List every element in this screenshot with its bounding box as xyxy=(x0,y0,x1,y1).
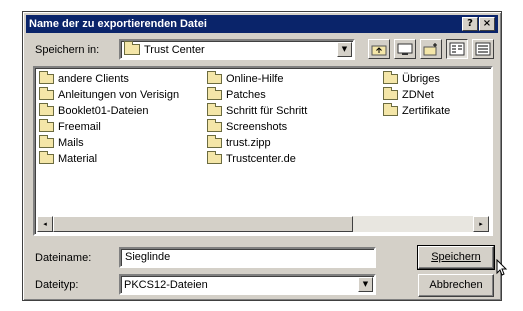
save-in-value: Trust Center xyxy=(144,43,205,56)
mouse-cursor-icon xyxy=(496,259,508,276)
folder-icon xyxy=(383,71,398,84)
folder-icon xyxy=(207,103,222,116)
list-item[interactable]: Freemail xyxy=(39,119,101,134)
list-item[interactable]: Patches xyxy=(207,87,266,102)
filetype-label: Dateityp: xyxy=(35,279,79,291)
chevron-down-icon[interactable]: ▼ xyxy=(337,42,352,57)
filename-input[interactable]: Sieglinde xyxy=(119,247,376,268)
filetype-dropdown[interactable]: PKCS12-Dateien ▼ xyxy=(119,274,376,295)
list-item[interactable]: Booklet01-Dateien xyxy=(39,103,149,118)
list-view-icon xyxy=(449,42,465,56)
desktop-icon xyxy=(397,43,413,55)
folder-icon xyxy=(383,103,398,116)
filename-label: Dateiname: xyxy=(35,252,92,264)
chevron-down-icon[interactable]: ▼ xyxy=(358,277,373,292)
help-button[interactable]: ? xyxy=(462,17,478,31)
up-folder-button[interactable] xyxy=(368,39,390,59)
list-item[interactable]: Schritt für Schritt xyxy=(207,103,307,118)
save-button[interactable]: Speichern xyxy=(417,245,495,270)
folder-icon xyxy=(207,135,222,148)
save-dialog: Name der zu exportierenden Datei ? × Spe… xyxy=(22,11,502,301)
horizontal-scrollbar[interactable]: ◂ ▸ xyxy=(37,216,489,232)
folder-icon xyxy=(124,41,140,55)
new-folder-icon xyxy=(423,43,437,56)
cancel-button[interactable]: Abbrechen xyxy=(418,274,494,297)
save-in-label: Speichern in: xyxy=(35,44,100,56)
scroll-left-icon[interactable]: ◂ xyxy=(37,216,53,232)
list-item[interactable]: Screenshots xyxy=(207,119,287,134)
list-item[interactable]: Zertifikate xyxy=(383,103,450,118)
folder-icon xyxy=(39,103,54,116)
dialog-title: Name der zu exportierenden Datei xyxy=(29,18,207,30)
list-item[interactable]: trust.zipp xyxy=(207,135,271,150)
save-in-dropdown[interactable]: Trust Center ▼ xyxy=(119,39,355,60)
details-view-button[interactable] xyxy=(472,39,494,59)
list-item[interactable]: Anleitungen von Verisign xyxy=(39,87,179,102)
folder-icon xyxy=(39,135,54,148)
list-item[interactable]: Online-Hilfe xyxy=(207,71,283,86)
folder-icon xyxy=(207,87,222,100)
folder-icon xyxy=(39,87,54,100)
desktop-button[interactable] xyxy=(394,39,416,59)
folder-icon xyxy=(207,151,222,164)
list-item[interactable]: ZDNet xyxy=(383,87,434,102)
close-button[interactable]: × xyxy=(479,17,495,31)
list-item[interactable]: Mails xyxy=(39,135,84,150)
folder-icon xyxy=(39,71,54,84)
filetype-value: PKCS12-Dateien xyxy=(124,278,208,291)
folder-icon xyxy=(39,119,54,132)
list-item[interactable]: Übriges xyxy=(383,71,440,86)
folder-icon xyxy=(207,71,222,84)
scrollbar-thumb[interactable] xyxy=(53,216,353,232)
list-item[interactable]: Trustcenter.de xyxy=(207,151,296,166)
list-item[interactable]: andere Clients xyxy=(39,71,129,86)
folder-icon xyxy=(383,87,398,100)
list-view-button[interactable] xyxy=(446,39,468,59)
up-folder-icon xyxy=(371,45,387,56)
details-view-icon xyxy=(475,42,491,56)
title-bar[interactable]: Name der zu exportierenden Datei ? × xyxy=(26,15,498,33)
new-folder-button[interactable] xyxy=(420,39,442,59)
folder-icon xyxy=(207,119,222,132)
file-list[interactable]: andere Clients Anleitungen von Verisign … xyxy=(33,66,493,236)
list-item[interactable]: Material xyxy=(39,151,97,166)
scroll-right-icon[interactable]: ▸ xyxy=(473,216,489,232)
folder-icon xyxy=(39,151,54,164)
